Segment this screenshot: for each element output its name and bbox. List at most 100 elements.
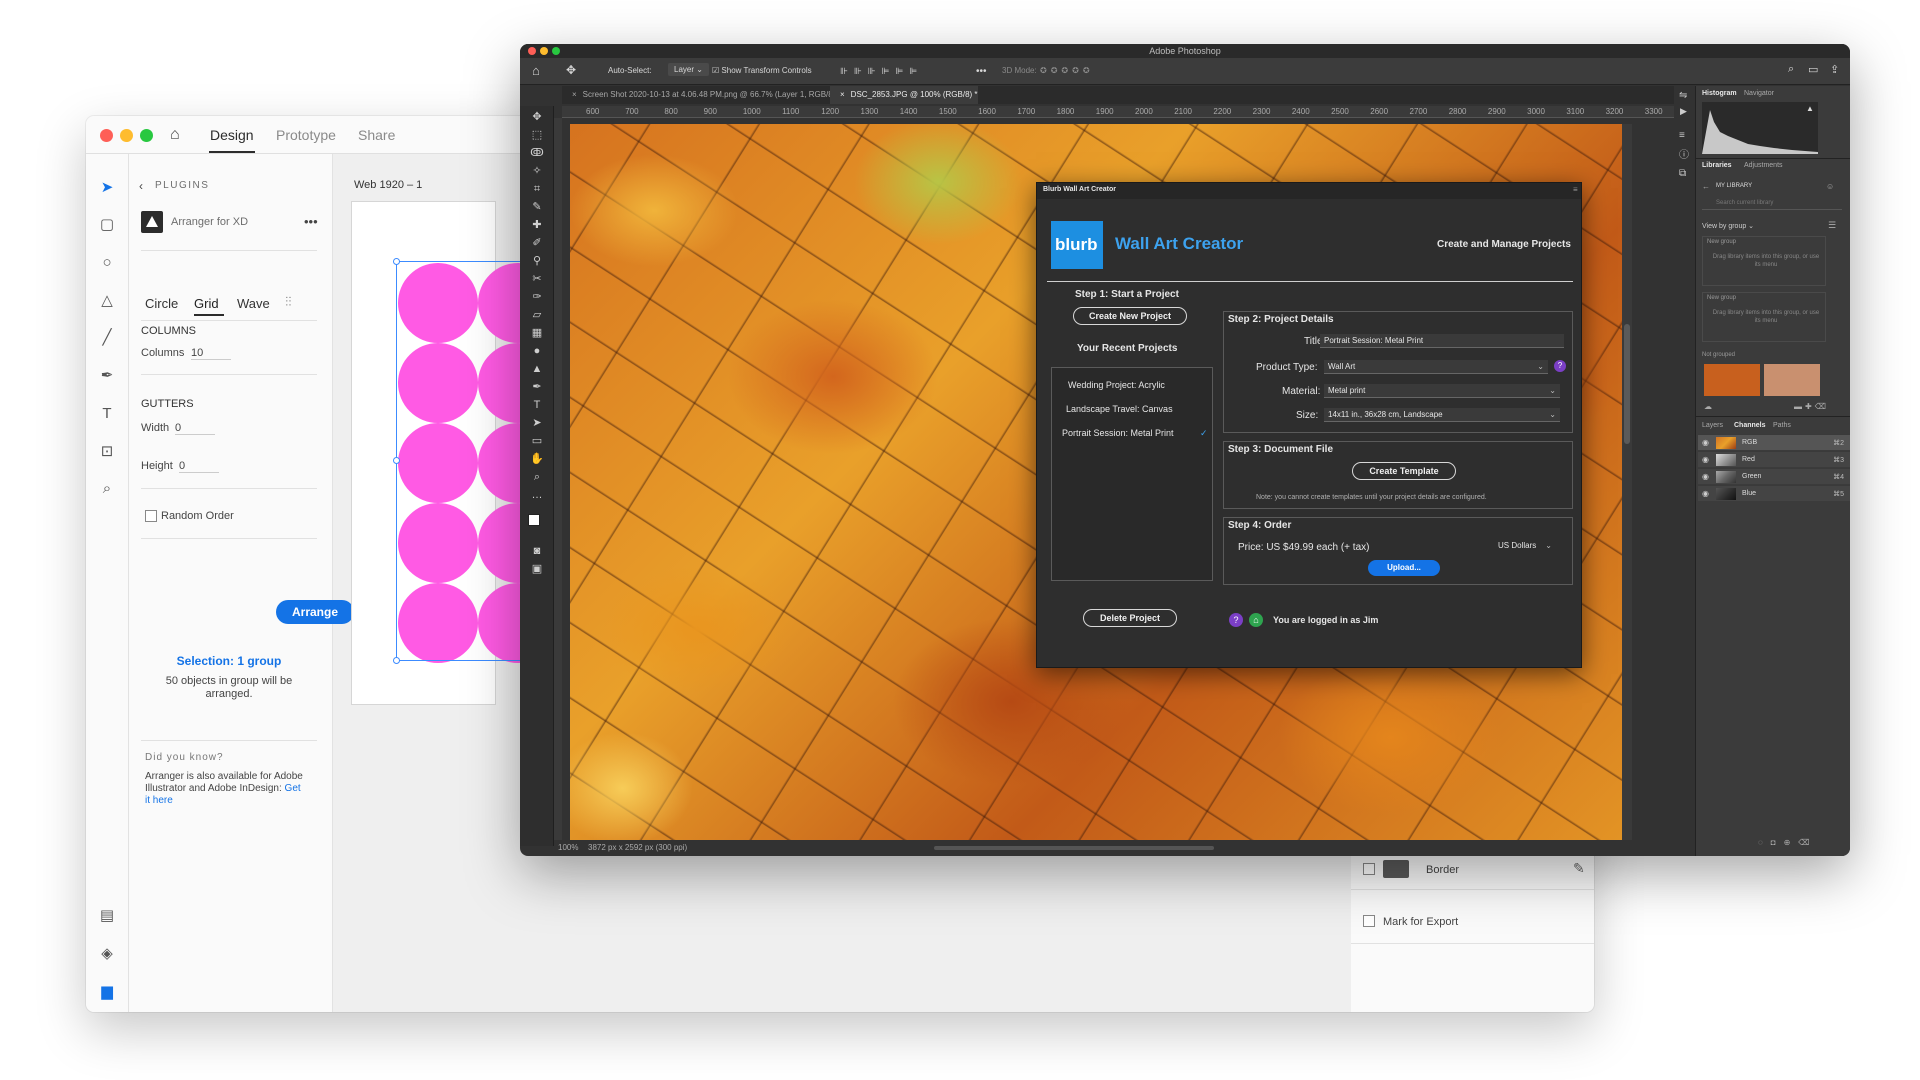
foreground-color-swatch[interactable] xyxy=(528,514,540,526)
library-color-swatch[interactable] xyxy=(1704,364,1760,396)
zoom-traffic-light[interactable] xyxy=(552,47,560,55)
columns-input[interactable]: 10 xyxy=(191,347,231,360)
channel-row-rgb[interactable]: ◉ RGB ⌘2 xyxy=(1698,434,1850,450)
arrange-button[interactable]: Arrange xyxy=(276,600,354,624)
library-color-swatch[interactable] xyxy=(1764,364,1820,396)
list-view-icon[interactable]: ☰ xyxy=(1828,220,1836,231)
layer-dropdown[interactable]: Layer ⌄ xyxy=(668,63,709,76)
home-icon[interactable]: ⌂ xyxy=(1249,613,1263,627)
pen-tool-icon[interactable]: ✒ xyxy=(97,366,117,386)
triangle-tool-icon[interactable]: △ xyxy=(97,291,117,311)
shape-tool-icon[interactable]: ▭ xyxy=(530,434,544,448)
view-by-dropdown[interactable]: View by group ⌄ xyxy=(1702,222,1754,230)
pen-tool-icon[interactable]: ✒ xyxy=(530,380,544,394)
product-type-dropdown[interactable]: Wall Art ⌄ xyxy=(1324,360,1548,374)
title-input[interactable]: Portrait Session: Metal Print xyxy=(1320,334,1564,348)
scroll-thumb[interactable] xyxy=(1624,324,1630,444)
resize-handle[interactable] xyxy=(393,258,400,265)
channel-row-blue[interactable]: ◉ Blue ⌘5 xyxy=(1698,485,1850,501)
info-icon[interactable]: ⓘ xyxy=(1679,146,1689,161)
visibility-eye-icon[interactable]: ◉ xyxy=(1702,438,1709,447)
doc-tab-screenshot[interactable]: × Screen Shot 2020-10-13 at 4.06.48 PM.pn… xyxy=(562,86,839,104)
border-checkbox[interactable] xyxy=(1363,863,1375,875)
back-arrow-icon[interactable]: ← xyxy=(1702,182,1710,191)
path-selection-tool-icon[interactable]: ➤ xyxy=(530,416,544,430)
home-icon[interactable]: ⌂ xyxy=(170,126,180,144)
tab-libraries[interactable]: Libraries xyxy=(1702,162,1732,169)
auto-select-label[interactable]: Auto-Select: xyxy=(608,66,652,75)
close-traffic-light[interactable] xyxy=(528,47,536,55)
project-item[interactable]: Wedding Project: Acrylic xyxy=(1068,380,1165,390)
plugins-icon[interactable]: ⧉ xyxy=(1679,168,1686,179)
collaborate-icon[interactable]: ☺ xyxy=(1826,182,1834,191)
channel-actions-icons[interactable]: ◌◘⊕⌫ xyxy=(1758,838,1818,847)
zoom-tool-icon[interactable]: ⌕ xyxy=(97,479,117,499)
home-icon[interactable]: ⌂ xyxy=(532,63,540,78)
zoom-level[interactable]: 100% xyxy=(558,843,578,852)
clone-stamp-tool-icon[interactable]: ⚲ xyxy=(530,254,544,268)
layers-icon[interactable]: ◈ xyxy=(97,944,117,964)
doc-info[interactable]: 3872 px x 2592 px (300 ppi) xyxy=(588,843,687,852)
tab-channels[interactable]: Channels xyxy=(1734,422,1766,429)
eyedropper-icon[interactable]: ✎ xyxy=(1573,860,1585,877)
material-dropdown[interactable]: Metal print ⌄ xyxy=(1324,384,1560,398)
minimize-traffic-light[interactable] xyxy=(120,129,133,142)
more-options-icon[interactable]: ••• xyxy=(976,66,987,77)
tab-adjustments[interactable]: Adjustments xyxy=(1744,162,1783,169)
mode-tab-circle[interactable]: Circle xyxy=(145,296,178,311)
crop-tool-icon[interactable]: ⌗ xyxy=(530,182,544,196)
help-icon[interactable]: ? xyxy=(1554,360,1566,372)
healing-tool-icon[interactable]: ✚ xyxy=(530,218,544,232)
mark-export-checkbox[interactable] xyxy=(1363,915,1375,927)
document-assets-icon[interactable]: ▤ xyxy=(97,906,117,926)
marquee-tool-icon[interactable]: ⬚ xyxy=(530,128,544,142)
artboard-tool-icon[interactable]: ⊡ xyxy=(97,442,117,462)
visibility-eye-icon[interactable]: ◉ xyxy=(1702,472,1709,481)
history-icon[interactable]: ⇋ xyxy=(1679,90,1687,101)
vertical-scrollbar[interactable] xyxy=(1622,124,1632,846)
doc-tab-dsc2853[interactable]: × DSC_2853.JPG @ 100% (RGB/8) * xyxy=(830,86,978,104)
dodge-tool-icon[interactable]: ▲ xyxy=(530,362,544,376)
tab-prototype[interactable]: Prototype xyxy=(276,127,336,143)
border-color-swatch[interactable] xyxy=(1383,860,1409,878)
plugins-icon[interactable]: ▆ xyxy=(97,982,117,1002)
create-new-project-button[interactable]: Create New Project xyxy=(1073,307,1187,325)
quick-mask-icon[interactable]: ◙ xyxy=(530,544,544,558)
tab-design[interactable]: Design xyxy=(210,127,254,143)
library-name[interactable]: MY LIBRARY xyxy=(1716,183,1752,189)
library-group[interactable]: New group Drag library items into this g… xyxy=(1702,292,1826,342)
back-chevron-icon[interactable]: ‹ xyxy=(139,179,143,193)
tab-share[interactable]: Share xyxy=(358,127,395,143)
artboard-name[interactable]: Web 1920 – 1 xyxy=(354,179,422,191)
warning-icon[interactable]: ▲ xyxy=(1806,104,1814,113)
screen-mode-icon[interactable]: ▣ xyxy=(530,562,544,576)
magic-wand-tool-icon[interactable]: ✧ xyxy=(530,164,544,178)
hand-tool-icon[interactable]: ✋ xyxy=(530,452,544,466)
tab-layers[interactable]: Layers xyxy=(1702,422,1723,429)
move-tool-icon[interactable]: ✥ xyxy=(530,110,544,124)
workspace-icon[interactable]: ▭ xyxy=(1808,63,1818,76)
channel-row-green[interactable]: ◉ Green ⌘4 xyxy=(1698,468,1850,484)
close-tab-icon[interactable]: × xyxy=(840,90,845,99)
3d-mode-icons[interactable]: ✪✪✪✪✪ xyxy=(1040,66,1094,75)
move-tool-icon[interactable]: ✥ xyxy=(566,63,576,77)
cloud-icon[interactable]: ☁ xyxy=(1704,402,1712,411)
scissors-icon[interactable]: ✂ xyxy=(530,272,544,286)
ellipse-tool-icon[interactable]: ○ xyxy=(97,253,117,273)
resize-handle[interactable] xyxy=(393,657,400,664)
share-icon[interactable]: ⇪ xyxy=(1830,63,1839,76)
eraser-tool-icon[interactable]: ▱ xyxy=(530,308,544,322)
project-item-selected[interactable]: Portrait Session: Metal Print xyxy=(1062,428,1174,438)
align-icons[interactable]: ⊪⊪⊪⊫⊫⊫ xyxy=(840,66,923,77)
lasso-tool-icon[interactable]: ↂ xyxy=(530,146,544,160)
close-traffic-light[interactable] xyxy=(100,129,113,142)
create-template-button[interactable]: Create Template xyxy=(1352,462,1456,480)
rectangle-tool-icon[interactable]: ▢ xyxy=(97,215,117,235)
line-tool-icon[interactable]: ╱ xyxy=(97,328,117,348)
text-tool-icon[interactable]: T xyxy=(97,404,117,424)
minimize-traffic-light[interactable] xyxy=(540,47,548,55)
random-order-checkbox[interactable] xyxy=(145,510,157,522)
tab-paths[interactable]: Paths xyxy=(1773,422,1791,429)
zoom-tool-icon[interactable]: ⌕ xyxy=(530,470,544,484)
adjustments-icon[interactable]: ≡ xyxy=(1679,130,1685,141)
